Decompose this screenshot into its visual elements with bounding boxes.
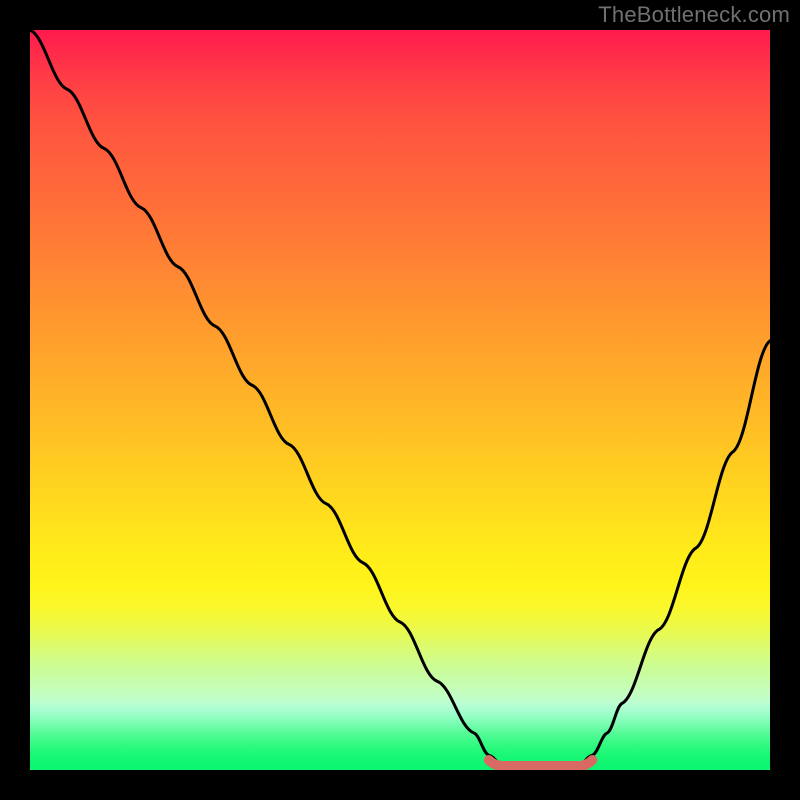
watermark-text: TheBottleneck.com: [598, 2, 790, 28]
bottleneck-curve: [30, 30, 770, 770]
plot-area: [30, 30, 770, 770]
optimal-range-marker: [489, 760, 593, 766]
curve-path: [30, 30, 770, 770]
chart-frame: TheBottleneck.com: [0, 0, 800, 800]
